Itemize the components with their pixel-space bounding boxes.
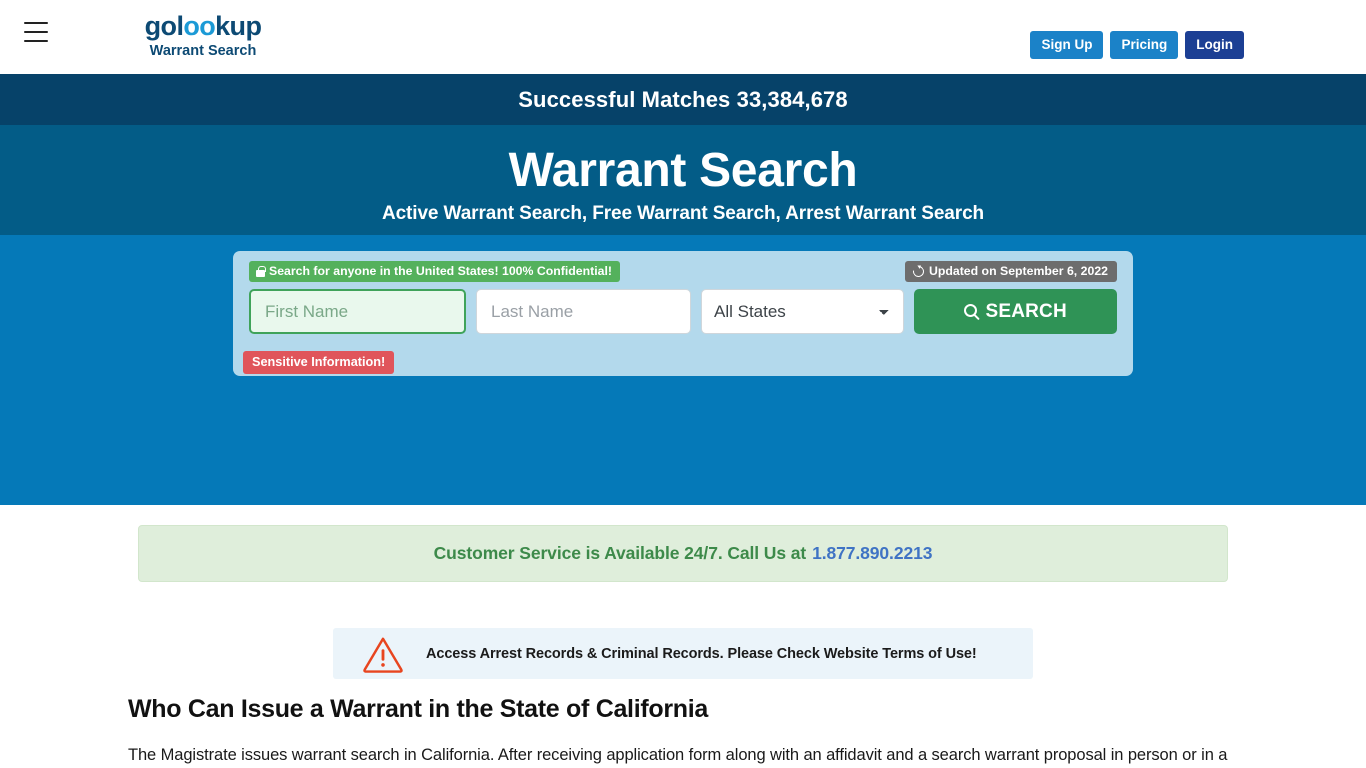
terms-notice-text: Access Arrest Records & Criminal Records…: [426, 645, 977, 662]
logo-wordmark: golookup: [137, 12, 269, 41]
hero-section: Warrant Search Active Warrant Search, Fr…: [0, 125, 1366, 235]
logo-text-part1: gol: [144, 11, 184, 41]
panel-badge-row: Search for anyone in the United States! …: [243, 261, 1123, 283]
sign-up-button[interactable]: Sign Up: [1030, 31, 1104, 59]
search-icon: [964, 304, 978, 317]
page-title: Warrant Search: [508, 144, 858, 197]
article-paragraph: The Magistrate issues warrant search in …: [128, 746, 1228, 764]
hamburger-menu-icon[interactable]: [24, 22, 48, 42]
updated-badge: Updated on September 6, 2022: [904, 261, 1117, 282]
confidential-badge-label: Search for anyone in the United States! …: [269, 264, 613, 278]
site-logo[interactable]: golookup Warrant Search: [137, 12, 269, 60]
first-name-input[interactable]: [249, 289, 466, 334]
nav-action-buttons: Sign Up Pricing Login: [1030, 31, 1244, 59]
logo-text-part2: kup: [215, 11, 262, 41]
hamburger-line: [24, 22, 48, 24]
refresh-icon: [910, 263, 927, 279]
customer-service-text: Customer Service is Available 24/7. Call…: [433, 543, 807, 563]
terms-of-use-notice: Access Arrest Records & Criminal Records…: [333, 628, 1033, 679]
warning-triangle-icon: [363, 637, 403, 673]
pricing-button[interactable]: Pricing: [1110, 31, 1179, 59]
customer-service-phone-link[interactable]: 1.877.890.2213: [812, 543, 932, 564]
customer-service-banner: Customer Service is Available 24/7. Call…: [138, 525, 1228, 582]
article-subheading: Who Can Issue a Warrant in the State of …: [128, 695, 708, 723]
login-button[interactable]: Login: [1185, 31, 1244, 59]
state-select[interactable]: All StatesAlabamaAlaskaArizonaArkansasCa…: [701, 289, 905, 334]
hamburger-line: [24, 31, 48, 33]
confidential-badge: Search for anyone in the United States! …: [249, 261, 621, 282]
hamburger-line: [24, 40, 48, 42]
search-form-row: All StatesAlabamaAlaskaArizonaArkansasCa…: [243, 289, 1123, 334]
search-section: Search for anyone in the United States! …: [0, 235, 1366, 679]
updated-badge-label: Updated on September 6, 2022: [928, 264, 1108, 278]
logo-tagline: Warrant Search: [149, 43, 257, 59]
sensitive-information-badge: Sensitive Information!: [243, 351, 395, 374]
lock-icon: [256, 265, 266, 277]
logo-text-oo: oo: [183, 11, 216, 41]
last-name-input[interactable]: [476, 289, 691, 334]
customer-service-wrapper: Customer Service is Available 24/7. Call…: [0, 505, 1366, 582]
search-button-label: SEARCH: [985, 300, 1067, 322]
top-navigation-bar: golookup Warrant Search Sign Up Pricing …: [0, 0, 1366, 74]
search-button[interactable]: SEARCH: [914, 289, 1117, 334]
page-subtitle: Active Warrant Search, Free Warrant Sear…: [381, 203, 985, 224]
successful-matches-banner: Successful Matches 33,384,678: [0, 74, 1366, 125]
search-form-panel: Search for anyone in the United States! …: [233, 251, 1133, 376]
